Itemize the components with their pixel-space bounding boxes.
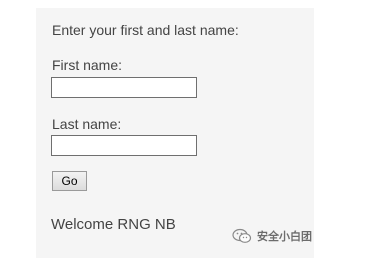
watermark-text: 安全小白团	[257, 230, 312, 243]
first-name-input[interactable]	[51, 77, 197, 98]
last-name-input[interactable]	[51, 135, 197, 156]
welcome-message: Welcome RNG NB	[51, 216, 176, 233]
go-button[interactable]: Go	[52, 171, 87, 191]
last-name-label: Last name:	[52, 116, 122, 132]
watermark: 安全小白团	[232, 228, 312, 244]
page: Enter your first and last name: First na…	[0, 0, 380, 263]
wechat-icon	[232, 228, 252, 243]
first-name-label: First name:	[52, 57, 123, 73]
form-instruction: Enter your first and last name:	[52, 22, 239, 38]
